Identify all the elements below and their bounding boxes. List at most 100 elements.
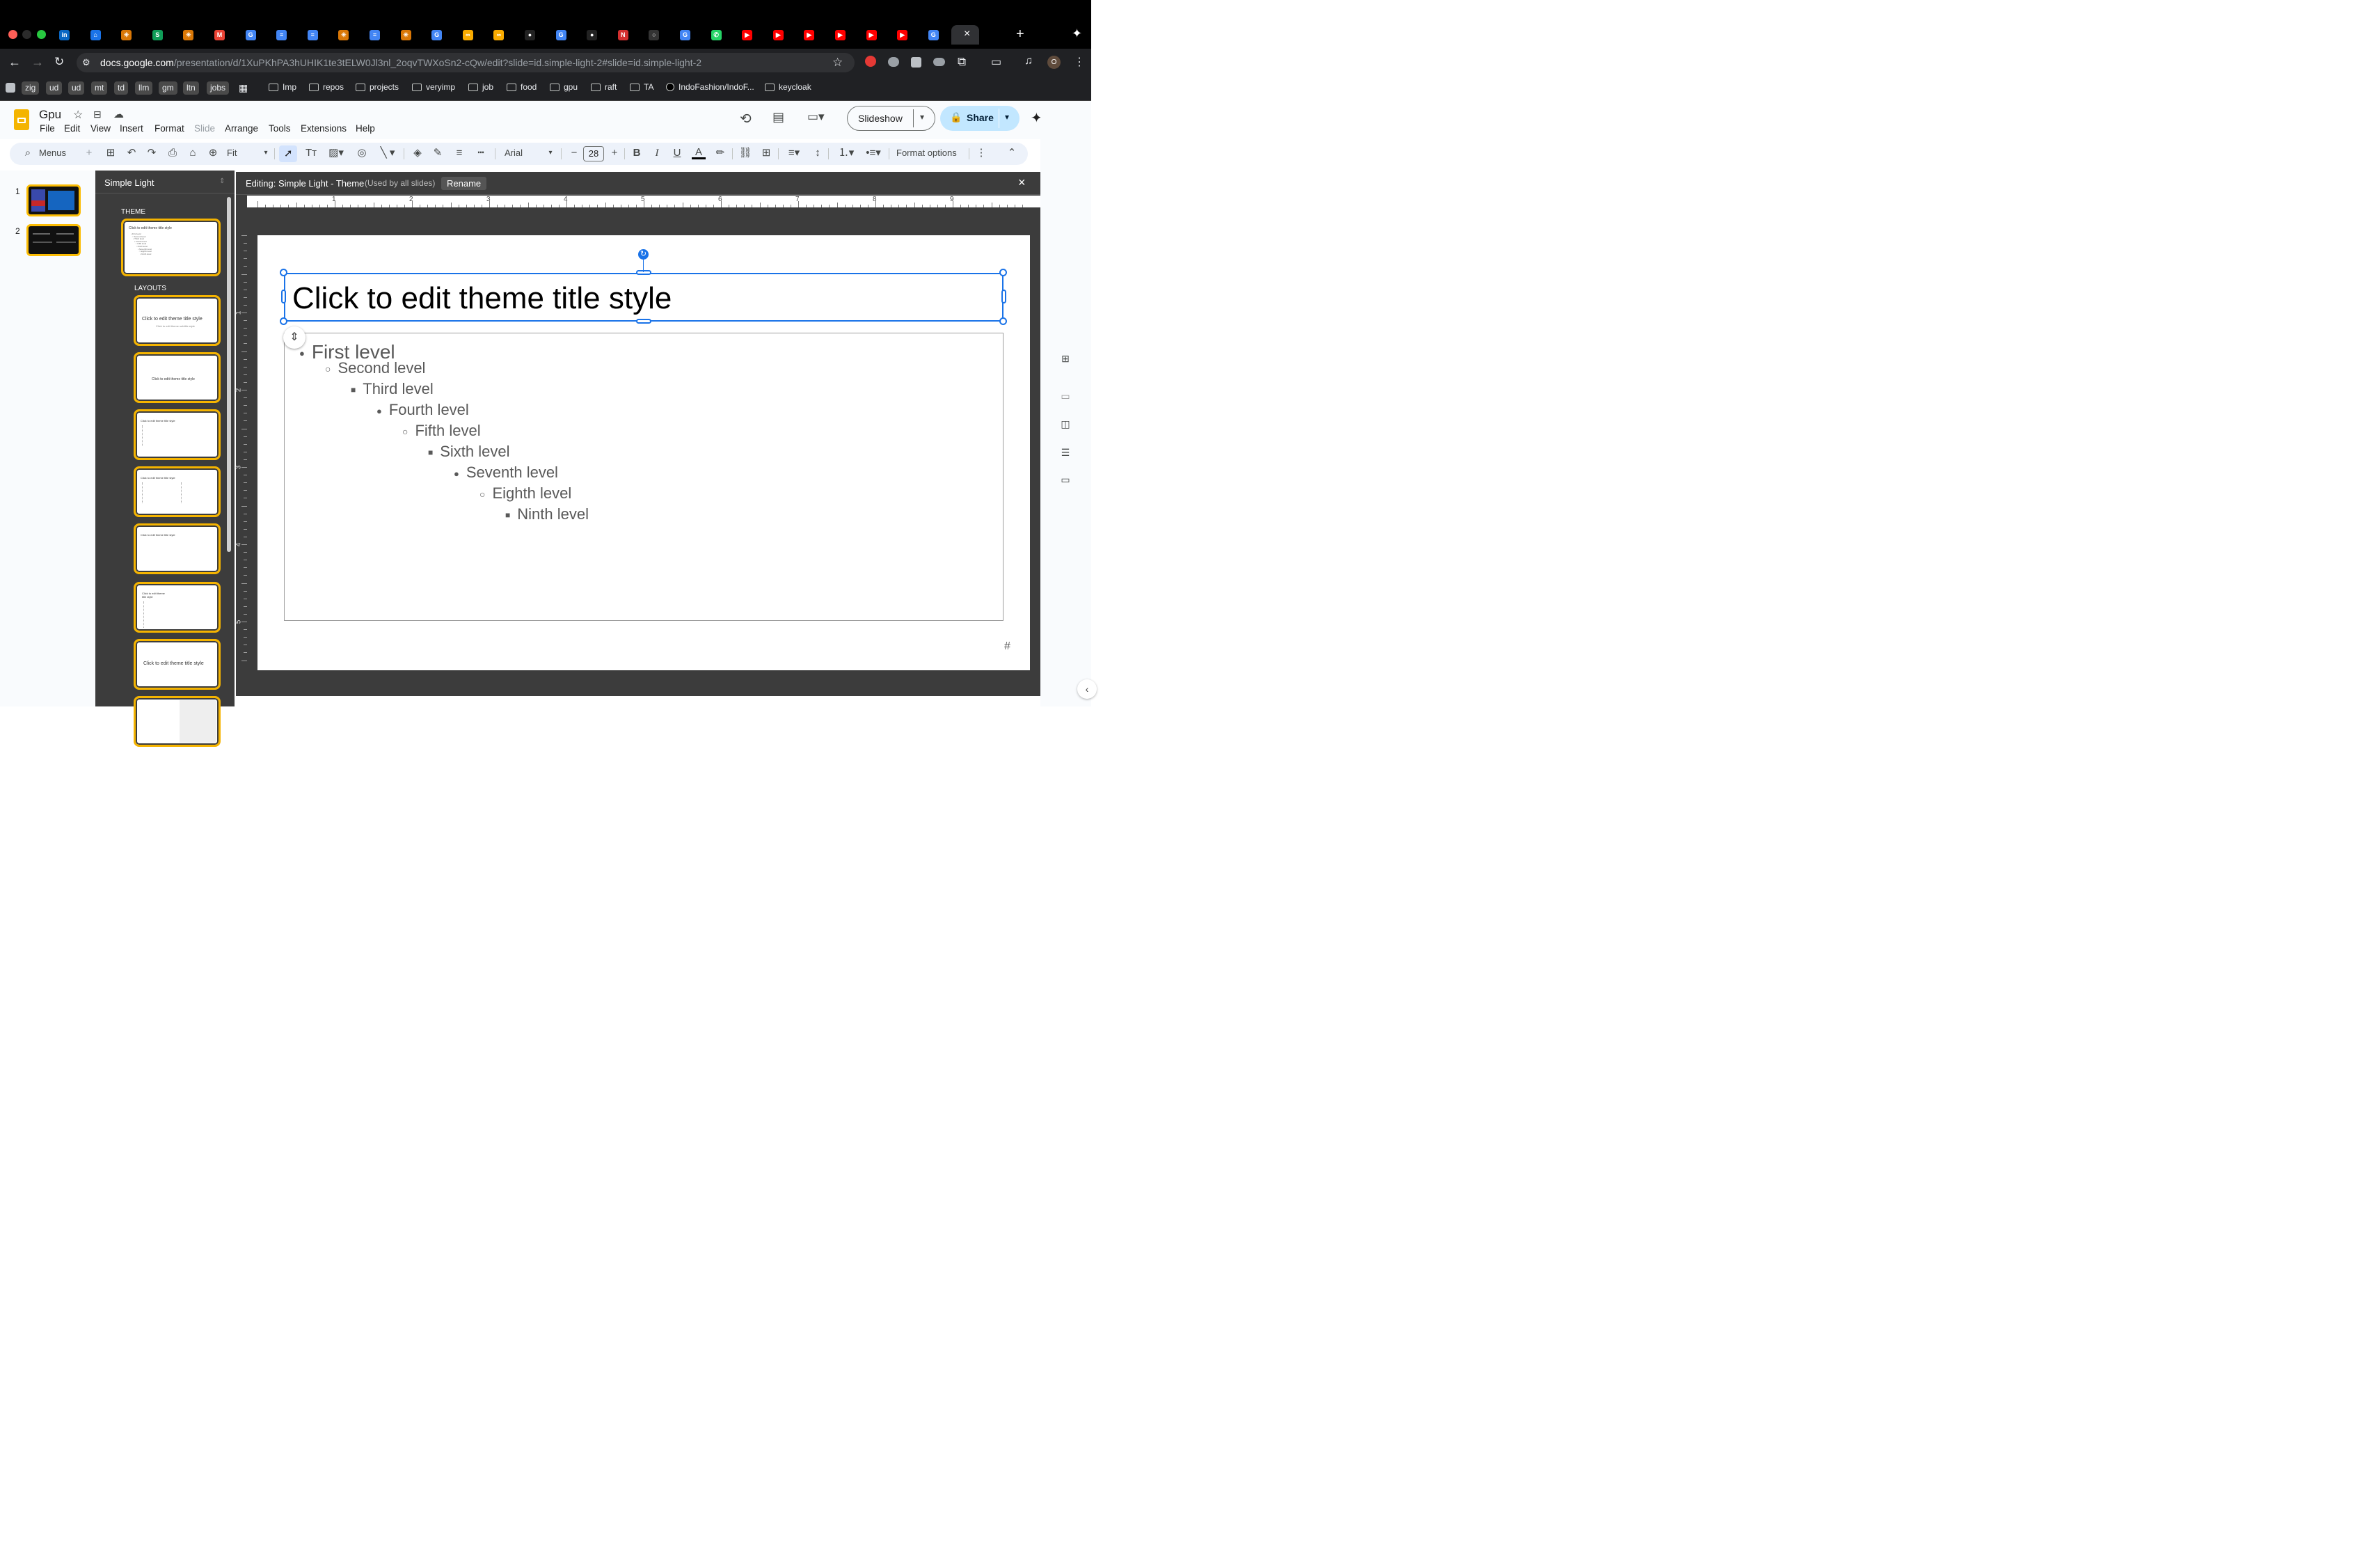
menu-format[interactable]: Format <box>154 123 184 134</box>
browser-tab[interactable]: ▶ <box>772 29 784 41</box>
media-control-icon[interactable]: ♫ <box>1024 55 1033 68</box>
extension-icon[interactable] <box>888 57 899 67</box>
browser-tab[interactable]: G <box>680 29 690 41</box>
bookmark-folder[interactable]: TA <box>630 82 653 92</box>
rotate-icon[interactable]: ↻ <box>638 249 649 260</box>
format-options-button[interactable]: Format options <box>896 148 957 158</box>
tab-groups-icon[interactable]: ▦ <box>239 82 248 94</box>
bookmark-folder[interactable]: IndoFashion/IndoF... <box>666 82 754 92</box>
resize-handle[interactable] <box>999 269 1007 276</box>
numbered-list-icon[interactable]: ⒈▾ <box>834 146 858 160</box>
reload-icon[interactable]: ↻ <box>54 55 64 69</box>
body-level-6[interactable]: ■ Sixth level <box>428 443 510 461</box>
url-text[interactable]: docs.google.com/presentation/d/1XuPKhPA3… <box>100 57 701 68</box>
border-dash-icon[interactable]: ┅ <box>474 146 488 160</box>
paint-format-icon[interactable]: ⌂ <box>186 146 200 160</box>
bookmark-folder[interactable]: projects <box>356 82 399 92</box>
browser-tab[interactable]: N <box>617 29 628 41</box>
folder-icon[interactable]: ▭ <box>1059 474 1072 487</box>
image-icon[interactable]: ▨▾ <box>327 146 345 160</box>
extension-icon[interactable] <box>933 58 945 66</box>
meet-icon[interactable]: ▭▾ <box>807 110 825 124</box>
layout-thumbnail-title-and-body[interactable]: Click to edit theme title style <box>134 409 221 460</box>
bookmark-chip[interactable]: ltn <box>183 81 199 95</box>
browser-tab[interactable]: G <box>431 29 443 41</box>
italic-icon[interactable]: I <box>650 146 664 160</box>
browser-tab[interactable]: ▶ <box>897 29 908 41</box>
menu-view[interactable]: View <box>90 123 111 134</box>
resize-handle[interactable] <box>636 319 651 324</box>
browser-tab[interactable]: ✳ <box>338 29 349 41</box>
bookmark-folder[interactable]: raft <box>591 82 617 92</box>
slide-canvas[interactable]: Click to edit theme title style ↻ ⇕ ● Fir… <box>257 235 1030 670</box>
underline-icon[interactable]: U <box>670 146 684 160</box>
line-spacing-icon[interactable]: ↕ <box>811 146 825 160</box>
new-slide-icon[interactable]: ⊞ <box>104 146 118 160</box>
resize-handle[interactable] <box>281 290 286 303</box>
font-select[interactable]: Arial <box>505 148 523 158</box>
site-info-icon[interactable]: ⚙ <box>82 57 90 68</box>
menu-edit[interactable]: Edit <box>64 123 80 134</box>
browser-tab[interactable]: ○ <box>649 29 660 41</box>
browser-tab[interactable]: in <box>59 29 70 41</box>
bookmark-chip[interactable]: ud <box>46 81 63 95</box>
bookmark-folder[interactable]: keycloak <box>765 82 811 92</box>
bookmark-chip[interactable]: mt <box>91 81 108 95</box>
font-size-input[interactable]: 28 <box>583 146 604 161</box>
text-color-icon[interactable]: A <box>692 146 706 159</box>
browser-tab[interactable]: ✳ <box>183 29 194 41</box>
body-level-8[interactable]: ○ Eighth level <box>479 484 571 503</box>
layout-thumbnail-title-only[interactable]: Click to edit theme title style <box>134 523 221 574</box>
decrease-font-icon[interactable]: − <box>567 146 581 160</box>
theme-master-thumbnail[interactable]: Click to edit theme title style • First … <box>121 219 221 276</box>
slideshow-button[interactable]: Slideshow ▾ <box>847 106 935 131</box>
browser-tab[interactable]: ∞ <box>493 29 505 41</box>
slide-thumbnail[interactable] <box>26 224 81 256</box>
extension-icon[interactable] <box>911 57 921 68</box>
collapse-toolbar-icon[interactable]: ⌃ <box>1005 146 1019 160</box>
menu-help[interactable]: Help <box>356 123 375 134</box>
menu-file[interactable]: File <box>40 123 55 134</box>
browser-tab[interactable]: ▶ <box>804 29 815 41</box>
align-icon[interactable]: ≡▾ <box>784 146 804 160</box>
add-image-icon[interactable]: ⊞ <box>1059 353 1072 365</box>
browser-tab[interactable]: ● <box>587 29 598 41</box>
menu-slide[interactable]: Slide <box>194 123 215 134</box>
browser-tab[interactable]: ✳ <box>400 29 411 41</box>
layout-thumbnail-title-slide[interactable]: Click to edit theme title style Click to… <box>134 295 221 346</box>
comments-icon[interactable]: ▤ <box>772 110 784 125</box>
bookmark-chip[interactable]: zig <box>22 81 40 95</box>
bulleted-list-icon[interactable]: •≡▾ <box>862 146 885 160</box>
bookmark-chip[interactable]: jobs <box>207 81 230 95</box>
body-level-2[interactable]: ○ Second level <box>325 359 425 377</box>
border-color-icon[interactable]: ✎ <box>431 146 445 160</box>
browser-tab[interactable]: ✳ <box>121 29 132 41</box>
forward-icon[interactable]: → <box>31 55 44 70</box>
body-level-9[interactable]: ■ Ninth level <box>505 505 589 523</box>
panel-scrollbar[interactable] <box>227 197 231 552</box>
bookmark-chip[interactable]: gm <box>159 81 177 95</box>
slides-logo[interactable] <box>14 109 29 130</box>
close-icon[interactable]: × <box>1018 175 1026 190</box>
browser-tab[interactable]: ▶ <box>866 29 877 41</box>
layout-thumbnail-two-columns[interactable]: Click to edit theme title style <box>134 466 221 517</box>
gemini-icon[interactable]: ✦ <box>1072 26 1082 41</box>
increase-font-icon[interactable]: + <box>608 146 621 160</box>
profile-avatar[interactable]: O <box>1047 56 1061 69</box>
browser-tab[interactable]: G <box>928 29 939 41</box>
menu-extensions[interactable]: Extensions <box>301 123 347 134</box>
browser-tab[interactable]: ▶ <box>835 29 846 41</box>
browser-tab[interactable]: ≡ <box>307 29 318 41</box>
layout-thumbnail-one-column[interactable]: Click to edit theme title style <box>134 582 221 633</box>
menu-arrange[interactable]: Arrange <box>225 123 258 134</box>
resize-handle[interactable] <box>1001 290 1006 303</box>
border-weight-icon[interactable]: ≡ <box>452 146 466 160</box>
body-level-3[interactable]: ■ Third level <box>351 380 434 398</box>
bookmark-folder[interactable]: repos <box>309 82 344 92</box>
resize-handle[interactable] <box>636 270 651 275</box>
back-icon[interactable]: ← <box>8 55 21 70</box>
menu-tools[interactable]: Tools <box>269 123 291 134</box>
share-button[interactable]: 🔒 Share ▾ <box>940 106 1020 131</box>
expand-side-panel-icon[interactable]: ‹ <box>1077 679 1097 699</box>
zoom-icon[interactable]: ⊕ <box>206 146 220 160</box>
